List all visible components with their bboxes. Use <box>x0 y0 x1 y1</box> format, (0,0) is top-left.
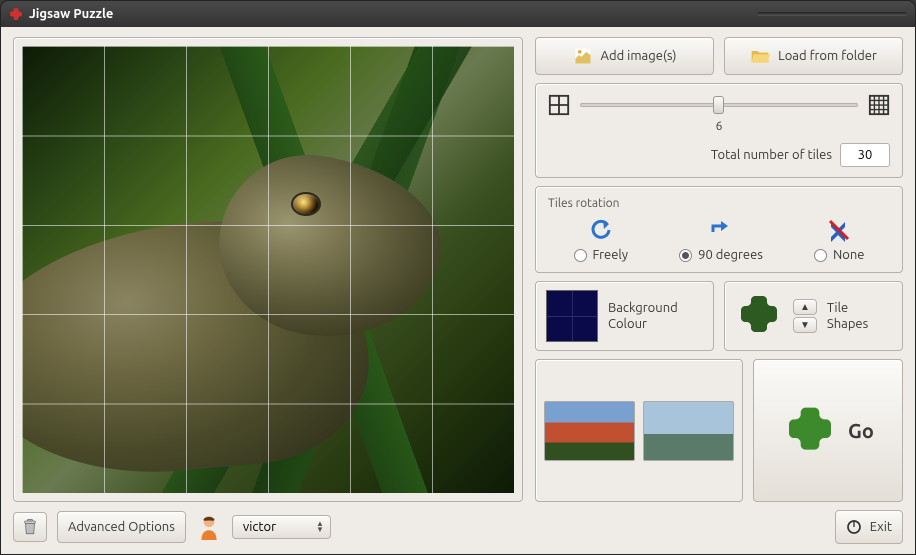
columns-slider[interactable] <box>580 96 858 114</box>
exit-button[interactable]: Exit <box>835 510 903 544</box>
combo-arrows-icon: ▲▼ <box>316 521 324 533</box>
thumbnail-2[interactable] <box>643 401 734 461</box>
rotation-90-radio[interactable]: 90 degrees <box>679 248 763 262</box>
grid-large-icon <box>868 94 890 116</box>
tile-count-group: 6 Total number of tiles <box>535 83 903 178</box>
tile-shapes-control: ▲ ▼ TileShapes <box>724 281 903 351</box>
preview-panel <box>13 37 523 502</box>
power-icon <box>846 519 862 535</box>
advanced-options-button[interactable]: Advanced Options <box>57 511 186 543</box>
grid-small-icon <box>548 94 570 116</box>
tile-shape-down-button[interactable]: ▼ <box>793 317 817 333</box>
user-avatar-icon <box>196 514 222 540</box>
add-image-icon <box>573 46 593 66</box>
tiles-rotation-group: Tiles rotation Freely 90 degrees None <box>535 186 903 273</box>
image-thumbnails-strip <box>535 359 743 502</box>
puzzle-preview-image[interactable] <box>22 46 514 493</box>
puzzle-piece-icon <box>735 292 783 340</box>
background-colour-button[interactable]: BackgroundColour <box>535 281 714 351</box>
background-colour-swatch <box>546 290 598 342</box>
total-tiles-label: Total number of tiles <box>711 148 832 162</box>
go-puzzle-icon <box>782 403 838 459</box>
slider-thumb[interactable] <box>713 96 724 114</box>
user-select-value: victor <box>243 520 276 534</box>
tile-shape-up-button[interactable]: ▲ <box>793 299 817 315</box>
trash-button[interactable] <box>13 512 47 542</box>
load-from-folder-button[interactable]: Load from folder <box>724 37 903 75</box>
rotation-none-radio[interactable]: None <box>814 248 865 262</box>
go-button[interactable]: Go <box>753 359 903 502</box>
footer-bar: Advanced Options victor ▲▼ Exit <box>13 510 903 544</box>
window-controls-placeholder[interactable] <box>757 12 907 16</box>
tiles-rotation-title: Tiles rotation <box>548 197 890 210</box>
rotate-free-icon <box>589 218 613 242</box>
thumbnail-1[interactable] <box>544 401 635 461</box>
columns-value: 6 <box>548 120 890 133</box>
rotate-90-icon <box>709 218 733 242</box>
user-select[interactable]: victor ▲▼ <box>232 515 331 539</box>
app-icon <box>9 7 23 21</box>
rotation-freely-radio[interactable]: Freely <box>574 248 629 262</box>
trash-icon <box>21 517 39 537</box>
titlebar[interactable]: Jigsaw Puzzle <box>1 1 915 27</box>
folder-open-icon <box>750 46 770 66</box>
rotate-none-icon <box>827 218 851 242</box>
add-images-button[interactable]: Add image(s) <box>535 37 714 75</box>
window-title: Jigsaw Puzzle <box>29 7 113 21</box>
total-tiles-input[interactable] <box>840 143 890 167</box>
